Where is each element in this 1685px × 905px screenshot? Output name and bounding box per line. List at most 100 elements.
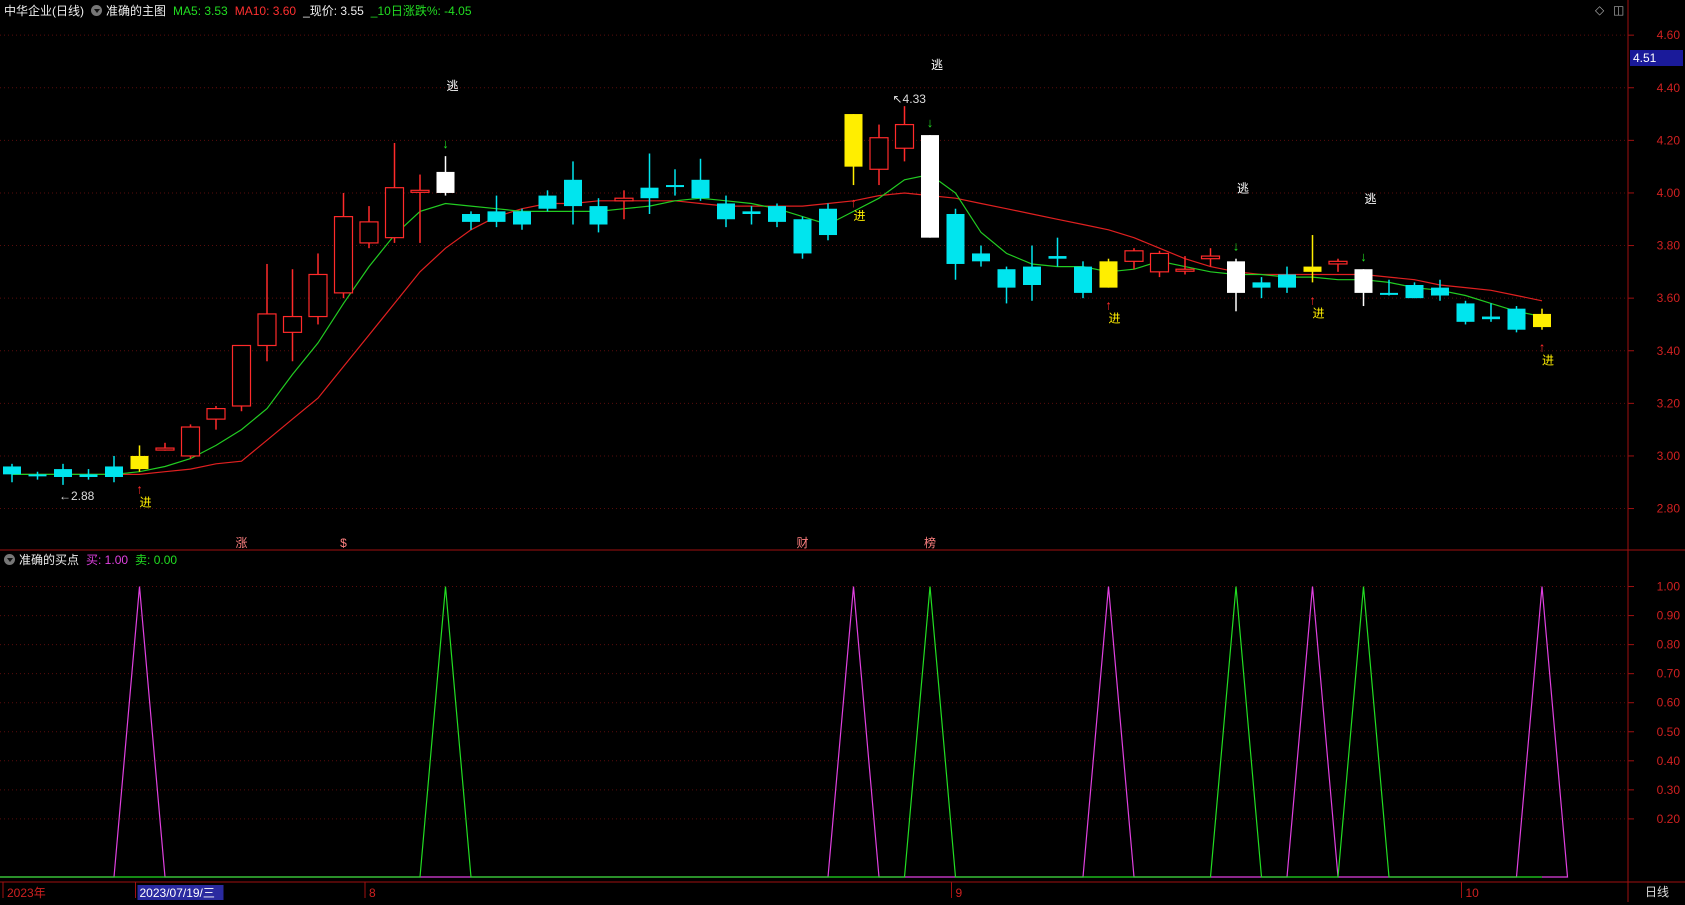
enter-signal-label: 进 bbox=[853, 209, 865, 223]
event-marker[interactable]: 财 bbox=[796, 536, 808, 550]
time-axis-label[interactable]: 8 bbox=[369, 886, 376, 900]
candle[interactable] bbox=[819, 203, 837, 241]
restore-window-icon[interactable]: ◫ bbox=[1613, 3, 1624, 17]
candle-body bbox=[1200, 255, 1221, 260]
price-tick-label: 4.20 bbox=[1657, 133, 1681, 147]
time-axis-label[interactable]: 2023年 bbox=[7, 886, 46, 900]
price-tick-label: 3.00 bbox=[1657, 449, 1681, 463]
candle-body bbox=[1175, 268, 1195, 272]
candle-body bbox=[333, 216, 354, 294]
candle-body bbox=[1099, 261, 1118, 288]
candle[interactable] bbox=[1074, 261, 1092, 299]
candle[interactable] bbox=[1456, 300, 1475, 325]
sub-indicator-name[interactable]: 准确的买点 bbox=[19, 553, 79, 567]
current-price-value: _现价: 3.55 bbox=[303, 4, 364, 18]
escape-signal-label: 逃 bbox=[1364, 192, 1376, 206]
stock-chart-window: 4.60 4.40 4.20 4.00 3.80 3.60 3.40 3.20 3.00 2.80… bbox=[0, 0, 1685, 902]
candle-body bbox=[513, 211, 531, 225]
candle-body bbox=[282, 315, 303, 333]
ma5-value: MA5: 3.53 bbox=[173, 4, 228, 18]
candle-body bbox=[359, 221, 379, 244]
candle-body bbox=[231, 344, 252, 407]
candle-body bbox=[1303, 266, 1322, 272]
candle-body bbox=[1431, 287, 1449, 296]
change-percent-value: _10日涨跌%: -4.05 bbox=[370, 4, 472, 18]
candle-body bbox=[1533, 313, 1551, 328]
candle-body bbox=[1074, 266, 1092, 293]
candle-body bbox=[1328, 260, 1348, 265]
escape-arrow-icon: ↓ bbox=[1360, 249, 1367, 264]
price-tick-label: 3.40 bbox=[1657, 344, 1681, 358]
candle-body bbox=[487, 211, 506, 222]
indicator-menu-icon[interactable] bbox=[91, 5, 102, 16]
candle[interactable] bbox=[1099, 258, 1118, 288]
candle-body bbox=[28, 474, 47, 477]
candle-body bbox=[1507, 308, 1526, 330]
enter-arrow-icon: ↑ bbox=[1309, 292, 1316, 307]
candle-body bbox=[79, 474, 98, 477]
candle-body bbox=[997, 269, 1016, 288]
event-marker[interactable]: $ bbox=[340, 536, 347, 550]
candle-body bbox=[384, 187, 405, 239]
enter-arrow-icon: ↑ bbox=[136, 482, 143, 497]
candle-body bbox=[972, 253, 990, 262]
candle[interactable] bbox=[1507, 306, 1526, 333]
candle-body bbox=[921, 135, 939, 238]
escape-arrow-icon: ↓ bbox=[442, 136, 449, 151]
candle[interactable] bbox=[231, 344, 252, 412]
price-tick-label: 3.60 bbox=[1657, 291, 1681, 305]
time-axis-label[interactable]: 10 bbox=[1466, 886, 1480, 900]
candle[interactable] bbox=[180, 424, 201, 459]
sell-value: 卖: 0.00 bbox=[135, 553, 178, 567]
signal-tick-label: 0.50 bbox=[1657, 725, 1681, 739]
candle-body bbox=[1048, 256, 1067, 259]
candle-body bbox=[768, 206, 786, 222]
enter-arrow-icon: ↑ bbox=[1105, 298, 1112, 313]
main-panel-header: 中华企业(日线) 准确的主图 MA5: 3.53 MA10: 3.60 _现价: 3.5… bbox=[4, 4, 479, 18]
sub-indicator-menu-icon[interactable] bbox=[4, 554, 15, 565]
signal-tick-label: 0.80 bbox=[1657, 638, 1681, 652]
main-panel bbox=[0, 0, 1628, 550]
candle-body bbox=[1278, 274, 1296, 288]
event-marker[interactable]: 涨 bbox=[235, 535, 247, 550]
time-axis-label[interactable]: 9 bbox=[956, 886, 963, 900]
signal-tick-label: 1.00 bbox=[1657, 580, 1681, 594]
escape-arrow-icon: ↓ bbox=[927, 115, 934, 130]
candle-body bbox=[538, 195, 557, 209]
price-tick-label: 3.20 bbox=[1657, 396, 1681, 410]
candle-body bbox=[589, 206, 608, 225]
low-price-mark: ←2.88 bbox=[59, 489, 95, 503]
candle-body bbox=[1405, 285, 1424, 299]
candle-body bbox=[614, 197, 634, 202]
enter-arrow-icon: ↑ bbox=[1539, 340, 1546, 355]
candle-body bbox=[1252, 282, 1271, 288]
price-tick-label: 4.40 bbox=[1657, 81, 1681, 95]
period-label[interactable]: 日线 bbox=[1645, 885, 1669, 899]
candle-body bbox=[54, 469, 72, 477]
escape-signal-label: 逃 bbox=[446, 79, 458, 93]
candle-body bbox=[436, 171, 455, 193]
candle-body bbox=[1354, 269, 1373, 293]
candle[interactable] bbox=[793, 216, 812, 259]
candle-body bbox=[257, 313, 277, 347]
candle[interactable] bbox=[921, 135, 939, 238]
indicator-name[interactable]: 准确的主图 bbox=[106, 4, 166, 18]
candle-body bbox=[691, 179, 710, 199]
sub-panel-header: 准确的买点 买: 1.00 卖: 0.00 bbox=[4, 553, 184, 567]
price-tick-label: 3.80 bbox=[1657, 239, 1681, 253]
diamond-icon[interactable]: ◇ bbox=[1595, 3, 1604, 17]
candle-body bbox=[130, 455, 149, 470]
kline-chart-canvas[interactable]: 4.60 4.40 4.20 4.00 3.80 3.60 3.40 3.20 3.00 2.80… bbox=[0, 0, 1685, 902]
time-axis-label[interactable]: 2023/07/19/三 bbox=[140, 886, 215, 900]
candle-body bbox=[3, 466, 21, 475]
current-price-badge-text: 4.51 bbox=[1633, 51, 1657, 65]
event-marker[interactable]: 榜 bbox=[924, 535, 936, 550]
candle-body bbox=[564, 179, 582, 207]
candle-body bbox=[155, 447, 175, 451]
candle-body bbox=[105, 466, 123, 477]
price-tick-label: 2.80 bbox=[1657, 502, 1681, 516]
candle-body bbox=[742, 211, 761, 214]
candle-body bbox=[793, 219, 812, 254]
enter-signal-label: 进 bbox=[1312, 306, 1324, 320]
enter-arrow-icon: ↑ bbox=[850, 195, 857, 210]
